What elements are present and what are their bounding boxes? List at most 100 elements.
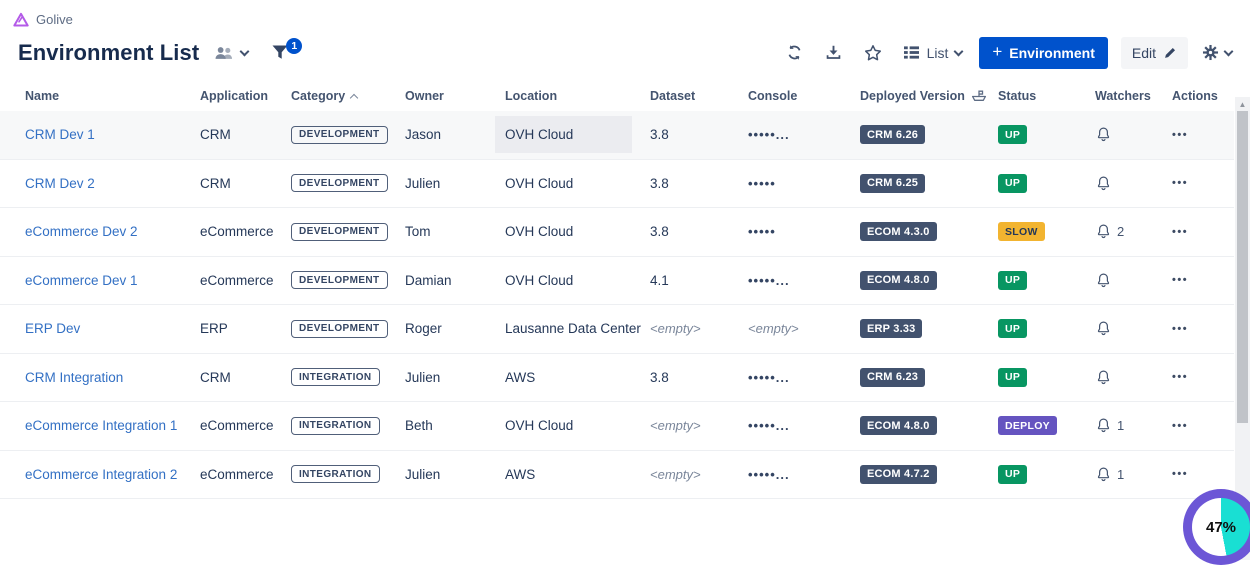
watch-button[interactable]: 1 [1095, 417, 1172, 434]
watch-button[interactable] [1095, 175, 1172, 192]
people-icon [213, 44, 235, 62]
edit-button[interactable]: Edit [1121, 37, 1188, 69]
column-header-watchers[interactable]: Watchers [1095, 89, 1172, 103]
progress-percentage: 47% [1206, 519, 1236, 536]
plus-icon: + [992, 42, 1002, 62]
column-header-location[interactable]: Location [505, 89, 650, 103]
column-header-status[interactable]: Status [998, 89, 1095, 103]
console-cell: ••••• [748, 224, 860, 239]
column-header-console[interactable]: Console [748, 89, 860, 103]
table-header-row: Name Application Category Owner Location… [0, 80, 1234, 111]
application-cell: eCommerce [200, 418, 291, 433]
deployed-version-badge: CRM 6.26 [860, 125, 925, 144]
dataset-cell: 3.8 [650, 176, 748, 191]
console-cell: •••••... [748, 370, 860, 385]
dataset-cell: <empty> [650, 467, 748, 482]
watch-button[interactable]: 2 [1095, 223, 1172, 240]
more-actions-icon[interactable]: ••• [1172, 323, 1188, 335]
column-header-owner[interactable]: Owner [405, 89, 505, 103]
location-cell: AWS [505, 370, 650, 385]
environment-name-link[interactable]: eCommerce Integration 1 [25, 418, 177, 433]
category-badge: INTEGRATION [291, 465, 380, 483]
bell-icon [1095, 320, 1112, 337]
favorite-star-button[interactable] [860, 40, 886, 66]
column-header-category[interactable]: Category [291, 89, 405, 103]
more-actions-icon[interactable]: ••• [1172, 226, 1188, 238]
location-cell: AWS [505, 467, 650, 482]
refresh-button[interactable] [782, 40, 808, 66]
environment-name-link[interactable]: eCommerce Dev 1 [25, 273, 138, 288]
environment-name-link[interactable]: CRM Dev 1 [25, 127, 95, 142]
watch-button[interactable]: 1 [1095, 466, 1172, 483]
bell-icon [1095, 466, 1112, 483]
view-selector[interactable]: List [903, 45, 963, 61]
status-badge: UP [998, 174, 1027, 193]
table-row[interactable]: CRM Dev 1 CRM DEVELOPMENT Jason OVH Clou… [0, 111, 1234, 160]
status-badge: SLOW [998, 222, 1045, 241]
dataset-cell: <empty> [650, 321, 748, 336]
more-actions-icon[interactable]: ••• [1172, 274, 1188, 286]
table-row[interactable]: CRM Integration CRM INTEGRATION Julien A… [0, 354, 1234, 403]
bell-icon [1095, 126, 1112, 143]
application-cell: ERP [200, 321, 291, 336]
application-cell: eCommerce [200, 467, 291, 482]
owner-cell: Julien [405, 176, 505, 191]
environment-name-link[interactable]: eCommerce Dev 2 [25, 224, 138, 239]
watcher-count: 2 [1117, 224, 1124, 239]
table-row[interactable]: eCommerce Integration 2 eCommerce INTEGR… [0, 451, 1234, 500]
golive-logo-icon [13, 12, 29, 27]
table-row[interactable]: CRM Dev 2 CRM DEVELOPMENT Julien OVH Clo… [0, 160, 1234, 209]
settings-menu[interactable] [1201, 43, 1232, 62]
progress-ring-widget[interactable]: 47% [1183, 489, 1250, 565]
environment-name-link[interactable]: ERP Dev [25, 321, 80, 336]
app-logo-row: Golive [0, 0, 1250, 28]
deployed-version-badge: ECOM 4.3.0 [860, 222, 937, 241]
table-row[interactable]: eCommerce Dev 2 eCommerce DEVELOPMENT To… [0, 208, 1234, 257]
column-header-deployed-version[interactable]: Deployed Version [860, 89, 998, 103]
table-row[interactable]: ERP Dev ERP DEVELOPMENT Roger Lausanne D… [0, 305, 1234, 354]
table-row[interactable]: eCommerce Dev 1 eCommerce DEVELOPMENT Da… [0, 257, 1234, 306]
scroll-up-arrow-icon[interactable]: ▲ [1235, 97, 1250, 109]
location-cell: OVH Cloud [505, 176, 650, 191]
status-badge: UP [998, 319, 1027, 338]
location-cell: OVH Cloud [505, 273, 650, 288]
add-environment-button[interactable]: + Environment [979, 37, 1108, 69]
console-cell: •••••... [748, 418, 860, 433]
console-cell: •••••... [748, 273, 860, 288]
ship-deployment-icon [971, 89, 987, 102]
filter-button[interactable]: 1 [270, 42, 300, 64]
column-header-actions[interactable]: Actions [1172, 89, 1234, 103]
sort-ascending-icon [350, 93, 358, 101]
environment-name-link[interactable]: eCommerce Integration 2 [25, 467, 177, 482]
column-header-dataset[interactable]: Dataset [650, 89, 748, 103]
export-download-button[interactable] [821, 40, 847, 66]
page-header: Environment List 1 [0, 28, 1250, 80]
more-actions-icon[interactable]: ••• [1172, 129, 1188, 141]
more-actions-icon[interactable]: ••• [1172, 177, 1188, 189]
bell-icon [1095, 175, 1112, 192]
watch-button[interactable] [1095, 320, 1172, 337]
bell-icon [1095, 417, 1112, 434]
status-badge: UP [998, 368, 1027, 387]
status-badge: UP [998, 125, 1027, 144]
console-cell: ••••• [748, 176, 860, 191]
watcher-count: 1 [1117, 418, 1124, 433]
scrollbar-thumb[interactable] [1237, 111, 1248, 423]
location-cell-selected[interactable]: OVH Cloud [495, 116, 632, 153]
column-header-application[interactable]: Application [200, 89, 291, 103]
watch-button[interactable] [1095, 126, 1172, 143]
environment-name-link[interactable]: CRM Integration [25, 370, 123, 385]
dataset-cell: 3.8 [650, 127, 748, 142]
table-row[interactable]: eCommerce Integration 1 eCommerce INTEGR… [0, 402, 1234, 451]
location-cell: OVH Cloud [505, 224, 650, 239]
vertical-scrollbar[interactable]: ▲ [1235, 97, 1250, 560]
more-actions-icon[interactable]: ••• [1172, 371, 1188, 383]
watch-button[interactable] [1095, 369, 1172, 386]
environment-name-link[interactable]: CRM Dev 2 [25, 176, 95, 191]
column-header-name[interactable]: Name [25, 89, 200, 103]
more-actions-icon[interactable]: ••• [1172, 420, 1188, 432]
shared-with-selector[interactable] [213, 44, 248, 62]
watch-button[interactable] [1095, 272, 1172, 289]
more-actions-icon[interactable]: ••• [1172, 468, 1188, 480]
location-cell: OVH Cloud [505, 418, 650, 433]
